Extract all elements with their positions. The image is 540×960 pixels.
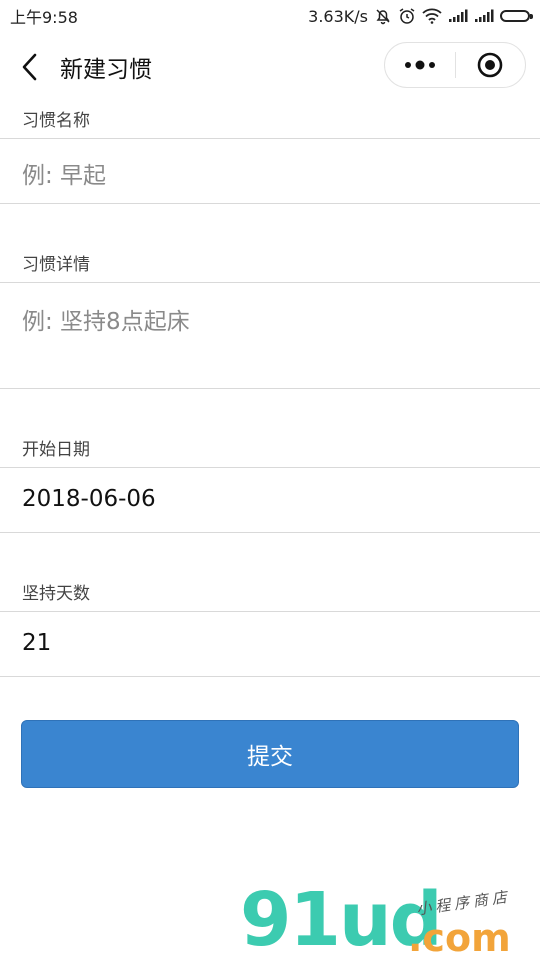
divider [0,676,540,677]
start-date-label: 开始日期 [22,440,90,460]
divider [0,203,540,204]
more-dots-icon [404,60,435,70]
page-title: 新建习惯 [60,57,152,83]
divider [0,467,540,468]
new-habit-page: 上午9:58 3.63K/s 新建习惯 习惯名称 例: 早起 习惯详情 例: 坚… [0,0,540,960]
back-button[interactable] [0,32,60,102]
close-mini-program-button[interactable] [456,43,526,87]
watermark-suffix: .com [408,916,511,960]
wifi-icon [422,8,442,24]
network-speed: 3.63K/s [308,6,368,26]
divider [0,282,540,283]
divider [0,138,540,139]
habit-detail-textarea[interactable]: 例: 坚持8点起床 [22,302,518,382]
start-date-picker[interactable]: 2018-06-06 [22,486,518,512]
habit-detail-label: 习惯详情 [22,255,90,275]
signal-icon [448,9,468,23]
divider [0,532,540,533]
mini-program-capsule [384,42,526,88]
divider [0,388,540,389]
alarm-icon [398,7,416,25]
submit-button[interactable]: 提交 [21,720,519,788]
status-icons: 3.63K/s [308,7,540,26]
habit-name-input[interactable]: 例: 早起 [22,156,518,190]
status-bar: 上午9:58 3.63K/s [0,0,540,32]
watermark-logo: 91ud 小程序商店 .com [240,880,540,960]
divider [0,611,540,612]
chevron-left-icon [22,53,37,81]
days-input[interactable]: 21 [22,630,518,656]
status-time: 上午9:58 [10,8,78,27]
habit-name-label: 习惯名称 [22,111,90,131]
battery-icon [500,10,533,22]
nav-bar: 新建习惯 [0,32,540,102]
mute-bell-icon [374,7,392,25]
days-label: 坚持天数 [22,584,90,604]
more-button[interactable] [385,43,455,87]
target-circle-icon [477,52,503,78]
signal-icon [474,9,494,23]
